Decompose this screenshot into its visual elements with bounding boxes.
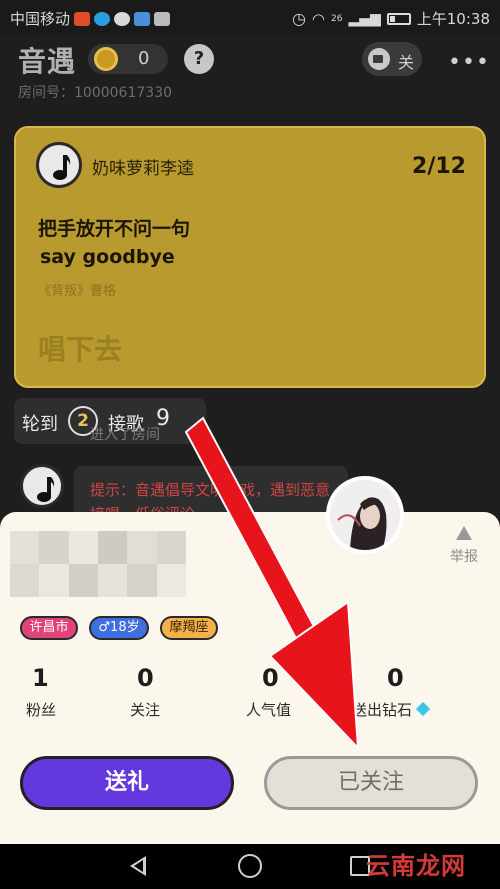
diamonds-sent-count: 0 <box>387 664 404 692</box>
join-message: 进入了房间 <box>90 427 160 443</box>
song-progress: 2/12 <box>412 154 466 179</box>
nav-back-icon[interactable] <box>130 856 146 876</box>
profile-name-mosaic <box>10 531 186 597</box>
coin-balance[interactable]: 0 <box>88 44 168 74</box>
more-options-button[interactable]: ••• <box>448 50 490 75</box>
following-label: 关注 <box>130 701 161 719</box>
followed-button[interactable]: 已关注 <box>264 756 478 810</box>
wifi-icon: ◠ <box>311 9 325 28</box>
camera-toggle[interactable]: 关 <box>362 42 422 76</box>
diamond-icon <box>415 701 431 717</box>
followers-label: 粉丝 <box>26 701 57 719</box>
warning-icon <box>456 526 472 540</box>
status-left: 中国移动 <box>10 8 171 29</box>
turn-label-prefix: 轮到 <box>22 414 58 435</box>
song-card: 奶味萝莉李逵 2/12 把手放开不问一句 say goodbye 《背叛》曹格 … <box>14 126 486 388</box>
network-type: 26 <box>331 13 343 24</box>
diamonds-sent-stat: 送出钻石 <box>352 699 431 720</box>
profile-avatar[interactable] <box>326 476 404 554</box>
telegram-icon <box>94 11 111 26</box>
lyric-line-1: 把手放开不问一句 <box>38 218 191 240</box>
report-label: 举报 <box>450 549 478 565</box>
popularity-label: 人气值 <box>246 701 292 719</box>
status-right: ◷ ◠ 26 ▂▄▆ 上午10:38 <box>292 8 490 29</box>
battery-icon <box>386 12 411 25</box>
carrier-name: 中国移动 <box>10 10 71 28</box>
clock-time: 上午10:38 <box>416 10 490 28</box>
singer-name: 奶味萝莉李逵 <box>92 159 194 179</box>
app-title: 音遇 <box>18 45 77 78</box>
city-tag: 许昌市 <box>20 616 78 640</box>
sing-on-label[interactable]: 唱下去 <box>38 328 122 368</box>
song-source: 《背叛》曹格 <box>38 284 117 299</box>
followers-count: 1 <box>32 664 49 692</box>
music-note-icon <box>53 155 71 180</box>
report-button[interactable]: 举报 <box>446 526 482 566</box>
coin-count: 0 <box>138 48 150 69</box>
camera-toggle-label: 关 <box>398 53 415 72</box>
diamonds-sent-label: 送出钻石 <box>352 701 413 719</box>
site-watermark: 云南龙网 <box>366 852 466 880</box>
send-gift-button[interactable]: 送礼 <box>20 756 234 810</box>
gender-age-tag: ♂18岁 <box>89 616 149 640</box>
notification-app-icon <box>74 11 91 26</box>
avatar-portrait-image <box>330 480 400 550</box>
zodiac-tag: 摩羯座 <box>160 616 218 640</box>
alarm-icon: ◷ <box>291 9 306 28</box>
weibo-icon <box>134 11 151 26</box>
help-button[interactable]: ? <box>184 44 214 74</box>
system-avatar <box>20 464 64 508</box>
room-id: 房间号：10000617330 <box>18 85 172 101</box>
status-bar: 中国移动 ◷ ◠ 26 ▂▄▆ 上午10:38 <box>0 0 500 34</box>
message-icon <box>114 11 131 26</box>
popularity-count: 0 <box>262 664 279 692</box>
gallery-icon <box>154 11 171 26</box>
lyric-line-2: say goodbye <box>40 246 175 268</box>
camera-icon <box>368 48 390 70</box>
coin-icon <box>94 47 118 71</box>
music-note-icon <box>37 477 55 502</box>
singer-avatar[interactable] <box>36 142 82 188</box>
following-count: 0 <box>137 664 154 692</box>
signal-icon: ▂▄▆ <box>348 10 381 27</box>
nav-home-icon[interactable] <box>238 854 262 878</box>
